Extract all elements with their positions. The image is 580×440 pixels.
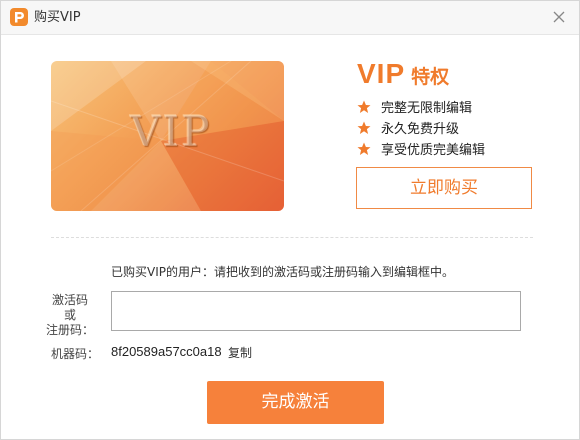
card-vip-text: VIP xyxy=(130,107,212,156)
code-label-line-3: 注册码： xyxy=(45,323,94,337)
machine-code-label: 机器码： xyxy=(51,347,100,361)
code-field-label: 激活码 或 注册码： xyxy=(41,293,99,338)
complete-activation-button[interactable]: 完成激活 xyxy=(207,381,384,424)
window-title: 购买VIP xyxy=(34,10,81,25)
perk-item: 完整无限制编辑 xyxy=(357,98,485,119)
vip-title-sub: 特权 xyxy=(411,66,450,88)
star-icon xyxy=(357,100,371,113)
buy-now-button[interactable]: 立即购买 xyxy=(356,167,532,209)
dashed-divider xyxy=(51,237,533,238)
activation-hint: 已购买VIP的用户：请把收到的激活码或注册码输入到编辑框中。 xyxy=(111,265,454,279)
perk-label: 完整无限制编辑 xyxy=(381,101,473,116)
perk-item: 永久免费升级 xyxy=(357,119,485,140)
activation-code-input[interactable] xyxy=(111,291,521,331)
vip-privileges-title: VIP 特权 xyxy=(357,59,449,93)
perk-item: 享受优质完美编辑 xyxy=(357,140,485,161)
copy-machine-code-link[interactable]: 复制 xyxy=(228,344,252,361)
vip-title-main: VIP xyxy=(357,58,406,89)
machine-code-value: 8f20589a57cc0a18 xyxy=(111,344,222,359)
perk-label: 永久免费升级 xyxy=(381,122,460,137)
purchase-vip-dialog: 购买VIP VIP VIP 特权 完整无限制编辑 永久免费升级 享受优质完美编辑… xyxy=(0,0,580,440)
perks-list: 完整无限制编辑 永久免费升级 享受优质完美编辑 xyxy=(357,98,485,161)
app-logo-icon xyxy=(10,8,28,26)
vip-card-image: VIP xyxy=(51,61,284,211)
perk-label: 享受优质完美编辑 xyxy=(381,143,486,158)
title-bar: 购买VIP xyxy=(1,1,579,35)
close-icon xyxy=(553,11,565,23)
close-button[interactable] xyxy=(549,7,569,27)
star-icon xyxy=(357,142,371,155)
star-icon xyxy=(357,121,371,134)
code-label-line-1: 激活码 xyxy=(51,293,88,307)
code-label-line-2: 或 xyxy=(63,308,76,322)
